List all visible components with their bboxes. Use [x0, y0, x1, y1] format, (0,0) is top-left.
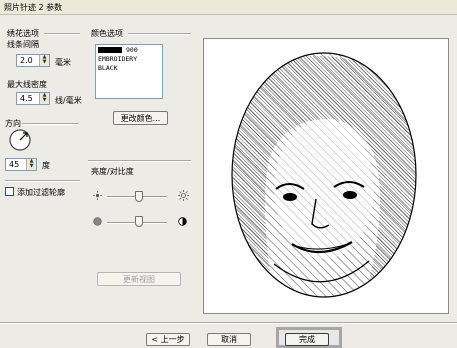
embroidery-options-heading: 绣花选项	[7, 29, 39, 38]
brightness-high-icon	[178, 190, 189, 201]
section-separator	[88, 160, 191, 162]
title-bar: 照片针迹 2 参数	[0, 0, 457, 15]
thread-brand: EMBROIDERY	[98, 55, 138, 63]
brightness-contrast-heading: 亮度/对比度	[91, 167, 134, 176]
line-spacing-unit: 毫米	[55, 58, 71, 67]
max-density-spinner[interactable]: 4.5 ▲ ▼	[16, 92, 50, 105]
back-button[interactable]: < 上一步	[146, 333, 190, 346]
change-color-button[interactable]: 更改颜色...	[113, 111, 168, 125]
line-spacing-label: 线条间隔	[7, 40, 39, 49]
window-title: 照片针迹 2 参数	[4, 3, 63, 12]
thread-name: BLACK	[98, 64, 118, 72]
heading-separator	[22, 123, 79, 125]
refresh-preview-button[interactable]: 更新视图	[97, 272, 181, 286]
add-outline-checkbox[interactable]	[5, 187, 14, 196]
thread-number: 900	[126, 46, 138, 54]
direction-dial-icon[interactable]	[8, 128, 32, 152]
angle-spinner[interactable]: 45 ▲ ▼	[5, 158, 37, 171]
heading-separator	[128, 33, 191, 35]
angle-value: 45	[9, 160, 20, 169]
thread-color-swatch	[98, 47, 122, 53]
brightness-slider-thumb[interactable]	[135, 191, 143, 202]
line-spacing-spinner[interactable]: 2.0 ▲ ▼	[16, 54, 50, 67]
heading-separator	[44, 33, 80, 35]
contrast-low-icon	[93, 217, 102, 226]
section-separator	[5, 180, 80, 182]
contrast-slider-thumb[interactable]	[135, 216, 143, 227]
add-outline-label: 添加过滤轮廓	[17, 188, 65, 197]
contrast-high-icon	[178, 217, 187, 226]
spinner-arrows-icon[interactable]: ▲ ▼	[26, 159, 36, 170]
thread-color-list[interactable]: 900 EMBROIDERY BLACK	[95, 44, 163, 99]
portrait-stitch-preview	[231, 52, 417, 298]
spinner-arrows-icon[interactable]: ▲ ▼	[39, 93, 49, 104]
max-density-unit: 线/毫米	[55, 96, 82, 105]
color-options-heading: 颜色选项	[91, 29, 123, 38]
finish-button[interactable]: 完成	[285, 333, 329, 346]
max-density-label: 最大线密度	[7, 80, 47, 89]
stitch-preview-canvas	[203, 38, 449, 314]
footer-separator	[0, 322, 457, 324]
spinner-arrows-icon[interactable]: ▲ ▼	[39, 55, 49, 66]
brightness-low-icon	[93, 191, 102, 200]
angle-unit: 度	[42, 161, 50, 170]
line-spacing-value: 2.0	[20, 56, 33, 65]
max-density-value: 4.5	[20, 94, 33, 103]
cancel-button[interactable]: 取消	[207, 333, 251, 346]
